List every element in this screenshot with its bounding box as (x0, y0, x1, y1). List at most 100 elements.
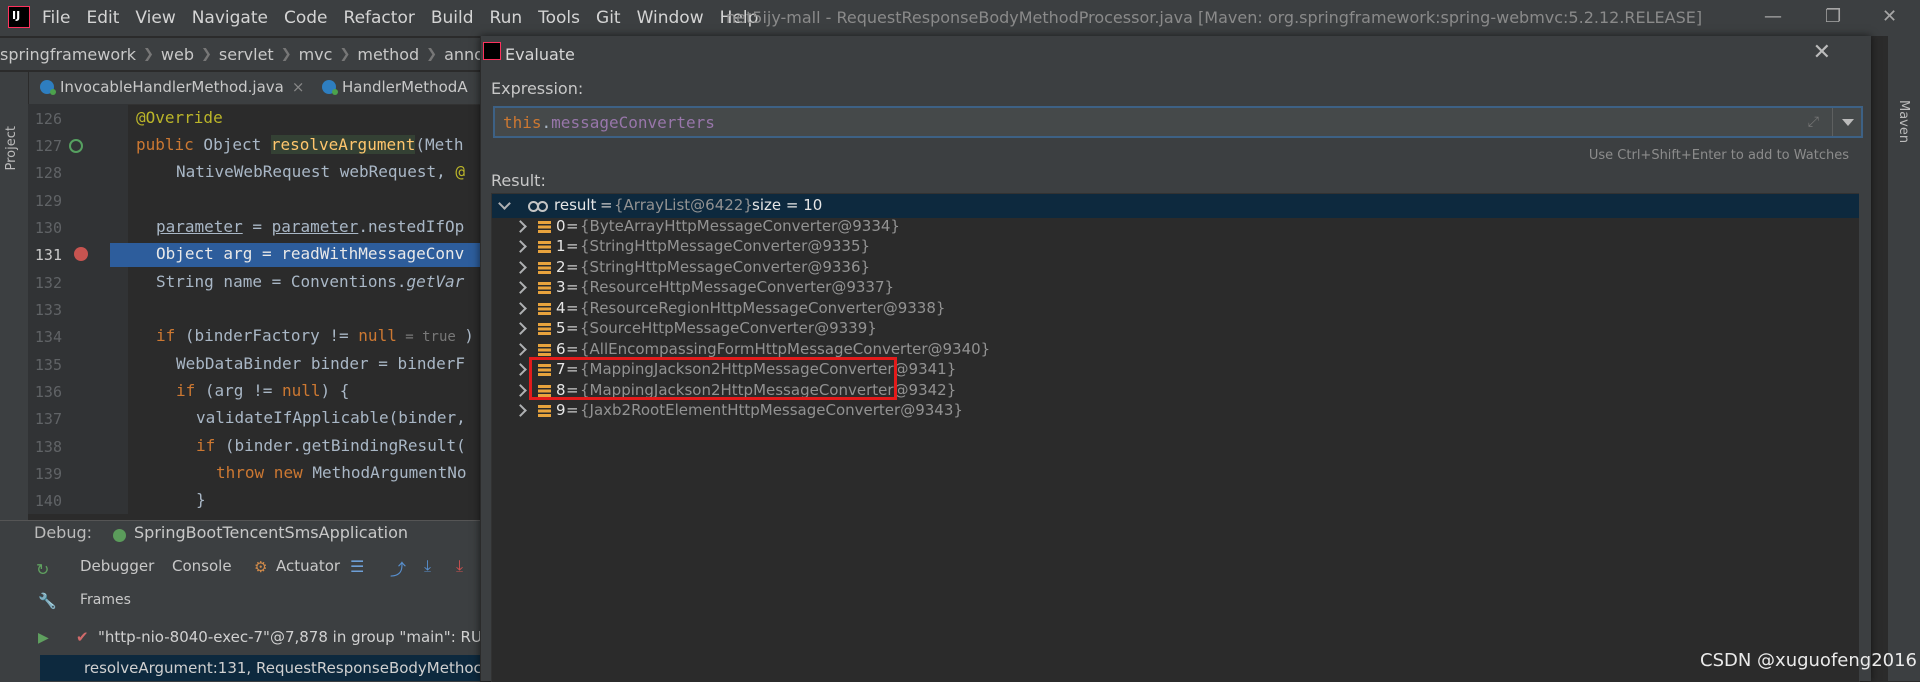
menu-file[interactable]: File (42, 8, 70, 28)
actuator-icon: ⚙ (254, 558, 268, 576)
chevron-right-icon[interactable] (514, 404, 527, 417)
code-line[interactable]: @Override (136, 108, 223, 127)
code-line[interactable]: if (binder.getBindingResult( (196, 436, 466, 455)
expression-text[interactable]: this.messageConverters (503, 113, 715, 132)
chevron-down-icon[interactable] (498, 197, 511, 210)
chevron-right-icon: ❯ (280, 46, 292, 62)
chevron-right-icon: ❯ (142, 46, 154, 62)
array-element-icon (538, 303, 551, 315)
menu-git[interactable]: Git (596, 8, 621, 28)
expand-icon[interactable]: ⤢ (1808, 114, 1819, 130)
code-line[interactable]: String name = Conventions.getVar (156, 272, 464, 291)
tab-actuator[interactable]: Actuator (276, 557, 340, 575)
expression-input[interactable]: this.messageConverters ⤢ (493, 106, 1863, 138)
force-step-into-icon[interactable]: ⤓ (456, 556, 470, 575)
override-marker-icon[interactable] (69, 139, 83, 153)
watch-glasses-icon (528, 199, 548, 212)
item-value: {StringHttpMessageConverter@9335} (580, 237, 871, 255)
breadcrumb-item[interactable]: mvc (299, 45, 333, 64)
rerun-icon[interactable]: ↻ (36, 560, 50, 579)
chevron-right-icon[interactable] (514, 220, 527, 233)
tab-close-icon[interactable]: × (292, 78, 305, 96)
code-line-current[interactable]: Object arg = readWithMessageConv (156, 244, 464, 263)
breadcrumb-item[interactable]: annotation (444, 45, 480, 64)
item-eq: = (566, 340, 579, 358)
chevron-right-icon[interactable] (514, 322, 527, 335)
chevron-right-icon[interactable] (514, 343, 527, 356)
tab-console[interactable]: Console (172, 557, 232, 575)
tab-invocable-handler-method[interactable]: InvocableHandlerMethod.java × (40, 78, 304, 96)
tab-debugger[interactable]: Debugger (80, 557, 154, 575)
thread-selector[interactable]: "http-nio-8040-exec-7"@7,878 in group "m… (98, 628, 482, 646)
menu-view[interactable]: View (135, 8, 175, 28)
chevron-right-icon[interactable] (514, 384, 527, 397)
maven-tool-button[interactable]: Maven (1896, 100, 1911, 143)
java-class-icon (40, 80, 56, 95)
chevron-right-icon[interactable] (514, 261, 527, 274)
history-dropdown-button[interactable] (1832, 108, 1861, 136)
menu-run[interactable]: Run (490, 8, 523, 28)
menu-bar: File Edit View Navigate Code Refactor Bu… (42, 0, 774, 36)
resume-icon[interactable]: ▶ (38, 630, 52, 646)
code-line[interactable]: public Object resolveArgument(Meth (136, 135, 464, 154)
dialog-title: Evaluate (505, 45, 575, 64)
line-number: 128 (34, 164, 62, 182)
scrollbar[interactable] (1859, 193, 1869, 681)
tab-label: HandlerMethodA (342, 78, 468, 96)
menu-window[interactable]: Window (637, 8, 704, 28)
code-line[interactable]: if (binderFactory != null = true ) (156, 326, 474, 345)
step-over-icon[interactable]: ⤴ (390, 556, 406, 579)
line-number: 129 (34, 192, 62, 210)
window-close-icon[interactable]: ✕ (1882, 6, 1897, 27)
breakpoint-icon[interactable] (74, 247, 88, 261)
line-number: 136 (34, 383, 62, 401)
root-size: size = 10 (752, 196, 823, 214)
item-value: {ByteArrayHttpMessageConverter@9334} (580, 217, 900, 235)
line-number: 132 (34, 274, 62, 292)
item-eq: = (566, 401, 579, 419)
code-line[interactable]: if (arg != null) { (176, 381, 349, 400)
frame-row-selected[interactable]: resolveArgument:131, RequestResponseBody… (40, 655, 482, 681)
code-line[interactable]: throw new MethodArgumentNo (216, 463, 466, 482)
menu-code[interactable]: Code (284, 8, 328, 28)
chevron-right-icon[interactable] (514, 240, 527, 253)
tree-row[interactable]: 9 = {Jaxb2RootElementHttpMessageConverte… (492, 399, 1859, 423)
chevron-right-icon[interactable] (514, 302, 527, 315)
wrench-icon[interactable]: 🔧 (38, 592, 57, 610)
code-line[interactable]: NativeWebRequest webRequest, @ (176, 162, 465, 181)
watermark: CSDN @xuguofeng2016 (1700, 650, 1918, 671)
result-label: Result: (491, 171, 546, 190)
item-value: {SourceHttpMessageConverter@9339} (580, 319, 877, 337)
code-line[interactable]: parameter = parameter.nestedIfOp (156, 217, 464, 236)
line-number: 130 (34, 219, 62, 237)
frame-label: resolveArgument:131, RequestResponseBody… (84, 659, 482, 677)
code-line[interactable]: WebDataBinder binder = binderF (176, 354, 465, 373)
step-into-icon[interactable]: ⤓ (424, 556, 438, 575)
item-eq: = (566, 278, 579, 296)
tab-handler-method[interactable]: HandlerMethodA (322, 78, 468, 96)
breadcrumb-item[interactable]: method (357, 45, 419, 64)
chevron-right-icon: ❯ (200, 46, 212, 62)
breadcrumb-item[interactable]: servlet (219, 45, 274, 64)
menu-navigate[interactable]: Navigate (192, 8, 268, 28)
minimize-icon[interactable]: — (1764, 6, 1782, 27)
breadcrumb-item[interactable]: springframework (0, 45, 136, 64)
chevron-right-icon[interactable] (514, 363, 527, 376)
code-line[interactable]: } (196, 490, 206, 509)
menu-tools[interactable]: Tools (538, 8, 580, 28)
restore-icon[interactable]: ❐ (1825, 6, 1841, 27)
close-icon[interactable]: ✕ (1813, 40, 1831, 65)
thread-check-icon: ✔ (76, 628, 89, 646)
watches-hint: Use Ctrl+Shift+Enter to add to Watches (1588, 148, 1849, 163)
menu-edit[interactable]: Edit (86, 8, 119, 28)
threads-list-icon[interactable]: ☰ (350, 557, 364, 576)
breadcrumb-item[interactable]: web (161, 45, 194, 64)
code-line[interactable]: validateIfApplicable(binder, (196, 408, 466, 427)
debug-config-tab[interactable]: SpringBootTencentSmsApplication (134, 523, 408, 542)
item-value: {AllEncompassingFormHttpMessageConverter… (580, 340, 991, 358)
chevron-right-icon[interactable] (514, 281, 527, 294)
menu-build[interactable]: Build (431, 8, 474, 28)
menu-refactor[interactable]: Refactor (344, 8, 415, 28)
project-tool-button[interactable]: Project (4, 126, 19, 170)
window-title: net5ijy-mall - RequestResponseBodyMethod… (726, 8, 1703, 27)
